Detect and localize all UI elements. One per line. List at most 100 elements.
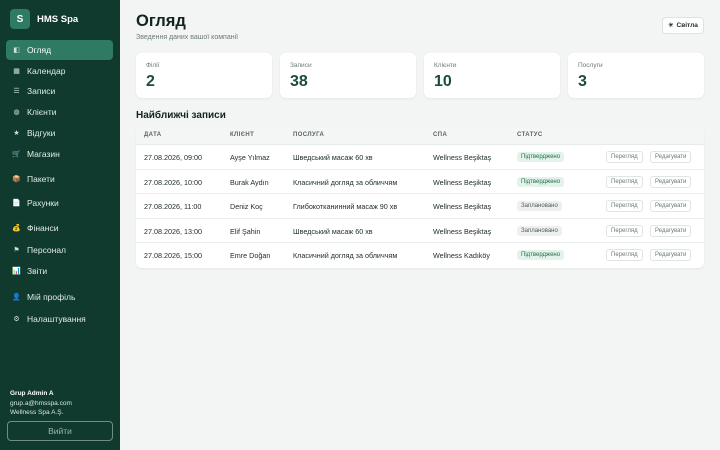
sidebar-item-5[interactable]: 🛒 Магазин [6, 144, 113, 164]
star-icon: ★ [13, 130, 20, 137]
sidebar-item-label: Календар [27, 66, 66, 76]
cell-spa: Wellness Beşiktaş [433, 202, 492, 212]
stat-label: Клієнти [434, 62, 457, 69]
sidebar-item-2[interactable]: ☰ Записи [6, 81, 113, 101]
table-row: 27.08.2026, 15:00 Emre Doğan Класичний дог… [136, 243, 704, 268]
view-button[interactable]: Перегляд [606, 249, 643, 262]
cell-service: Глибокотканинний масаж 90 хв [293, 202, 398, 212]
sidebar-item-label: Огляд [27, 45, 52, 55]
stat-label: Записи [290, 62, 312, 69]
stat-value: 2 [146, 73, 155, 90]
overview-icon: ◧ [13, 47, 20, 54]
stat-value: 3 [578, 73, 587, 90]
package-icon: 📦 [12, 176, 21, 183]
sidebar-item-3[interactable]: ◍ Клієнти [6, 102, 113, 122]
flag-icon: ⚑ [13, 247, 20, 254]
brand-name: HMS Spa [37, 13, 79, 25]
sidebar-item-7[interactable]: 📄 Рахунки [6, 193, 113, 213]
column-header: СТАТУС [517, 132, 543, 138]
view-button[interactable]: Перегляд [606, 175, 643, 188]
sidebar-item-label: Відгуки [27, 128, 56, 138]
money-bag-icon: 💰 [12, 225, 21, 232]
cell-date: 27.08.2026, 10:00 [144, 177, 202, 187]
cell-client: Elif Şahin [230, 226, 261, 236]
sidebar-item-label: Клієнти [27, 107, 57, 117]
status-badge: Заплановано [517, 201, 562, 212]
cell-date: 27.08.2026, 09:00 [144, 153, 202, 162]
cell-date: 27.08.2026, 15:00 [144, 251, 202, 261]
cell-client: Deniz Koç [230, 202, 263, 212]
table-header: ДАТА КЛІЄНТ ПОСЛУГА СПА СТАТУС [136, 126, 704, 145]
theme-toggle-button[interactable]: ☀ Світла [662, 17, 704, 34]
status-badge: Заплановано [517, 225, 562, 236]
sidebar-item-10[interactable]: 📊 Звіти [6, 261, 113, 281]
user-company: Wellness Spa A.Ş. [10, 409, 64, 416]
status-badge: Підтверджено [517, 152, 565, 162]
cell-spa: Wellness Beşiktaş [433, 226, 492, 236]
table-row: 27.08.2026, 09:00 Ayşe Yılmaz Шведський ма… [136, 145, 704, 170]
cell-client: Emre Doğan [230, 251, 271, 261]
sun-icon: ☀ [668, 23, 674, 29]
user-email: grup.a@hmsspa.com [10, 399, 72, 407]
column-header: КЛІЄНТ [230, 132, 255, 138]
cell-spa: Wellness Kadıköy [433, 251, 490, 261]
status-badge: Підтверджено [517, 250, 565, 261]
cell-date: 27.08.2026, 11:00 [144, 202, 202, 212]
appointments-table: ДАТА КЛІЄНТ ПОСЛУГА СПА СТАТУС 27.08.2026, 0… [136, 126, 704, 268]
sidebar-item-label: Звіти [27, 266, 48, 276]
sidebar-item-6[interactable]: 📦 Пакети [6, 169, 113, 189]
table-row: 27.08.2026, 10:00 Burak Aydın Класичний до… [136, 170, 704, 195]
user-info: Grup Admin A grup.a@hmsspa.com Wellness … [10, 389, 72, 418]
edit-button[interactable]: Редагувати [650, 175, 692, 188]
edit-button[interactable]: Редагувати [650, 200, 692, 213]
status-badge: Підтверджено [517, 176, 565, 187]
edit-button[interactable]: Редагувати [650, 224, 692, 237]
sidebar-item-4[interactable]: ★ Відгуки [6, 123, 113, 143]
cell-spa: Wellness Beşiktaş [433, 177, 492, 187]
cell-service: Шведський масаж 60 хв [293, 226, 373, 236]
column-header: ПОСЛУГА [293, 132, 325, 138]
cell-spa: Wellness Beşiktaş [433, 153, 492, 162]
sidebar-item-label: Пакети [27, 174, 55, 184]
column-header: ДАТА [144, 132, 162, 138]
cell-client: Ayşe Yılmaz [230, 153, 270, 162]
user-icon: 👤 [12, 294, 21, 301]
stat-value: 10 [434, 73, 452, 90]
cell-service: Класичний догляд за обличчям [293, 251, 398, 261]
page-title: Огляд [136, 12, 186, 30]
calendar-icon: ▦ [13, 68, 20, 75]
view-button[interactable]: Перегляд [606, 151, 643, 163]
cart-icon: 🛒 [12, 151, 21, 158]
table-row: 27.08.2026, 13:00 Elif Şahin Шведський мас… [136, 219, 704, 244]
sidebar-item-label: Налаштування [27, 314, 86, 324]
stat-label: Філії [146, 62, 160, 69]
sidebar-item-0[interactable]: ◧ Огляд [6, 40, 113, 60]
sidebar-item-label: Мій профіль [27, 292, 76, 302]
logout-button[interactable]: Вийти [7, 421, 113, 441]
chart-icon: 📊 [12, 268, 21, 275]
theme-label: Світла [676, 22, 698, 29]
view-button[interactable]: Перегляд [606, 224, 643, 237]
stat-card: Клієнти 10 [424, 53, 560, 98]
list-icon: ☰ [13, 88, 20, 95]
sidebar-item-1[interactable]: ▦ Календар [6, 61, 113, 81]
appointments-title: Найближчі записи [136, 110, 226, 121]
view-button[interactable]: Перегляд [606, 200, 643, 213]
cell-service: Класичний догляд за обличчям [293, 177, 398, 187]
stat-card: Філії 2 [136, 53, 272, 98]
edit-button[interactable]: Редагувати [650, 151, 692, 163]
edit-button[interactable]: Редагувати [650, 249, 692, 262]
sidebar: S HMS Spa ◧ Огляд ▦ Календар ☰ Записи ◍ Клієнти… [0, 0, 120, 450]
clients-icon: ◍ [13, 109, 20, 116]
sidebar-item-11[interactable]: 👤 Мій профіль [6, 287, 113, 307]
cell-date: 27.08.2026, 13:00 [144, 226, 202, 236]
sidebar-item-label: Записи [27, 86, 56, 96]
sidebar-item-9[interactable]: ⚑ Персонал [6, 240, 113, 260]
brand[interactable]: S HMS Spa [10, 9, 78, 29]
sidebar-item-label: Магазин [27, 149, 60, 159]
sidebar-item-label: Фінанси [27, 223, 59, 233]
sidebar-item-label: Рахунки [27, 198, 59, 208]
sidebar-item-8[interactable]: 💰 Фінанси [6, 218, 113, 238]
invoice-icon: 📄 [12, 200, 21, 207]
sidebar-item-12[interactable]: ⚙ Налаштування [6, 309, 113, 329]
